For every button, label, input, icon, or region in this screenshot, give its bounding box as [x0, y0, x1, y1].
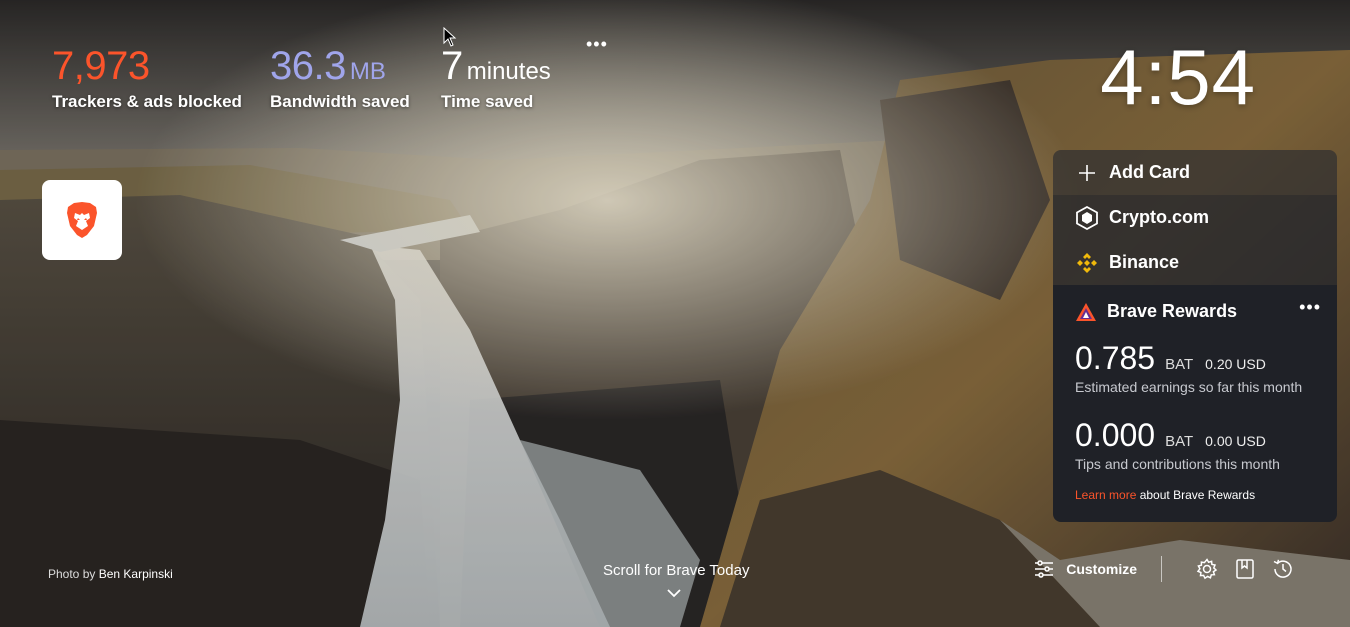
earnings-desc: Estimated earnings so far this month [1075, 379, 1303, 395]
rewards-header: Brave Rewards [1075, 301, 1315, 322]
learn-more-line: Learn more about Brave Rewards [1075, 488, 1255, 502]
card-crypto-com[interactable]: Crypto.com [1053, 195, 1337, 240]
tips-amount: 0.000 BAT 0.00 USD [1075, 417, 1315, 454]
clock: 4:54 [1100, 33, 1256, 121]
crypto-com-icon [1075, 205, 1099, 230]
customize-label: Customize [1066, 561, 1137, 577]
stat-bandwidth: 36.3 MB Bandwidth saved [270, 44, 410, 112]
photo-credit-name: Ben Karpinski [98, 567, 173, 581]
crypto-com-label: Crypto.com [1109, 207, 1210, 227]
binance-label: Binance [1109, 252, 1180, 272]
chevron-down-icon[interactable] [666, 585, 682, 603]
bandwidth-value: 36.3 [270, 44, 346, 88]
stat-trackers: 7,973 Trackers & ads blocked [52, 44, 242, 112]
bottom-toolbar: Customize [1034, 556, 1294, 582]
tips-usd: 0.00 USD [1205, 433, 1266, 449]
stat-time: 7 minutes Time saved [441, 44, 551, 112]
earnings-bat-unit: BAT [1165, 356, 1194, 373]
brave-rewards-card: Brave Rewards ••• 0.785 BAT 0.20 USD Est… [1053, 285, 1337, 522]
photo-credit-prefix: Photo by [48, 567, 99, 581]
learn-more-suffix: about Brave Rewards [1136, 488, 1256, 502]
bandwidth-label: Bandwidth saved [270, 92, 410, 111]
earnings-usd: 0.20 USD [1205, 356, 1266, 372]
time-label: Time saved [441, 92, 534, 111]
earnings-amount: 0.785 BAT 0.20 USD [1075, 340, 1315, 377]
add-card-button[interactable]: Add Card [1053, 150, 1337, 195]
brave-lion-icon [67, 202, 97, 238]
top-site-brave[interactable] [42, 180, 122, 260]
tips-bat-unit: BAT [1165, 433, 1194, 450]
rewards-menu-button[interactable]: ••• [1299, 297, 1321, 318]
add-card-label: Add Card [1109, 162, 1190, 182]
time-value: 7 [441, 44, 463, 88]
rewards-title: Brave Rewards [1107, 301, 1238, 321]
photo-credit: Photo by Ben Karpinski [48, 567, 173, 581]
cards-panel: Add Card Crypto.com Binance Brave Reward… [1053, 150, 1337, 522]
learn-more-link[interactable]: Learn more [1075, 488, 1136, 502]
gear-icon[interactable] [1196, 558, 1218, 580]
binance-icon [1075, 251, 1099, 275]
brave-rewards-icon [1075, 302, 1097, 322]
customize-sliders-icon [1035, 560, 1054, 578]
tips-desc: Tips and contributions this month [1075, 456, 1280, 472]
scroll-for-brave-today[interactable]: Scroll for Brave Today [603, 562, 749, 579]
tips-bat-value: 0.000 [1075, 417, 1156, 453]
stats-menu-button[interactable]: ••• [586, 34, 608, 55]
card-binance[interactable]: Binance [1053, 240, 1337, 285]
trackers-label: Trackers & ads blocked [52, 92, 242, 111]
earnings-bat-value: 0.785 [1075, 340, 1156, 376]
bandwidth-unit: MB [349, 58, 386, 85]
bookmark-icon[interactable] [1234, 558, 1256, 580]
time-unit: minutes [466, 58, 551, 85]
customize-button[interactable]: Customize [1034, 560, 1137, 578]
plus-icon [1075, 161, 1099, 185]
history-icon[interactable] [1272, 558, 1294, 580]
toolbar-divider [1161, 556, 1162, 582]
trackers-value: 7,973 [52, 44, 150, 88]
